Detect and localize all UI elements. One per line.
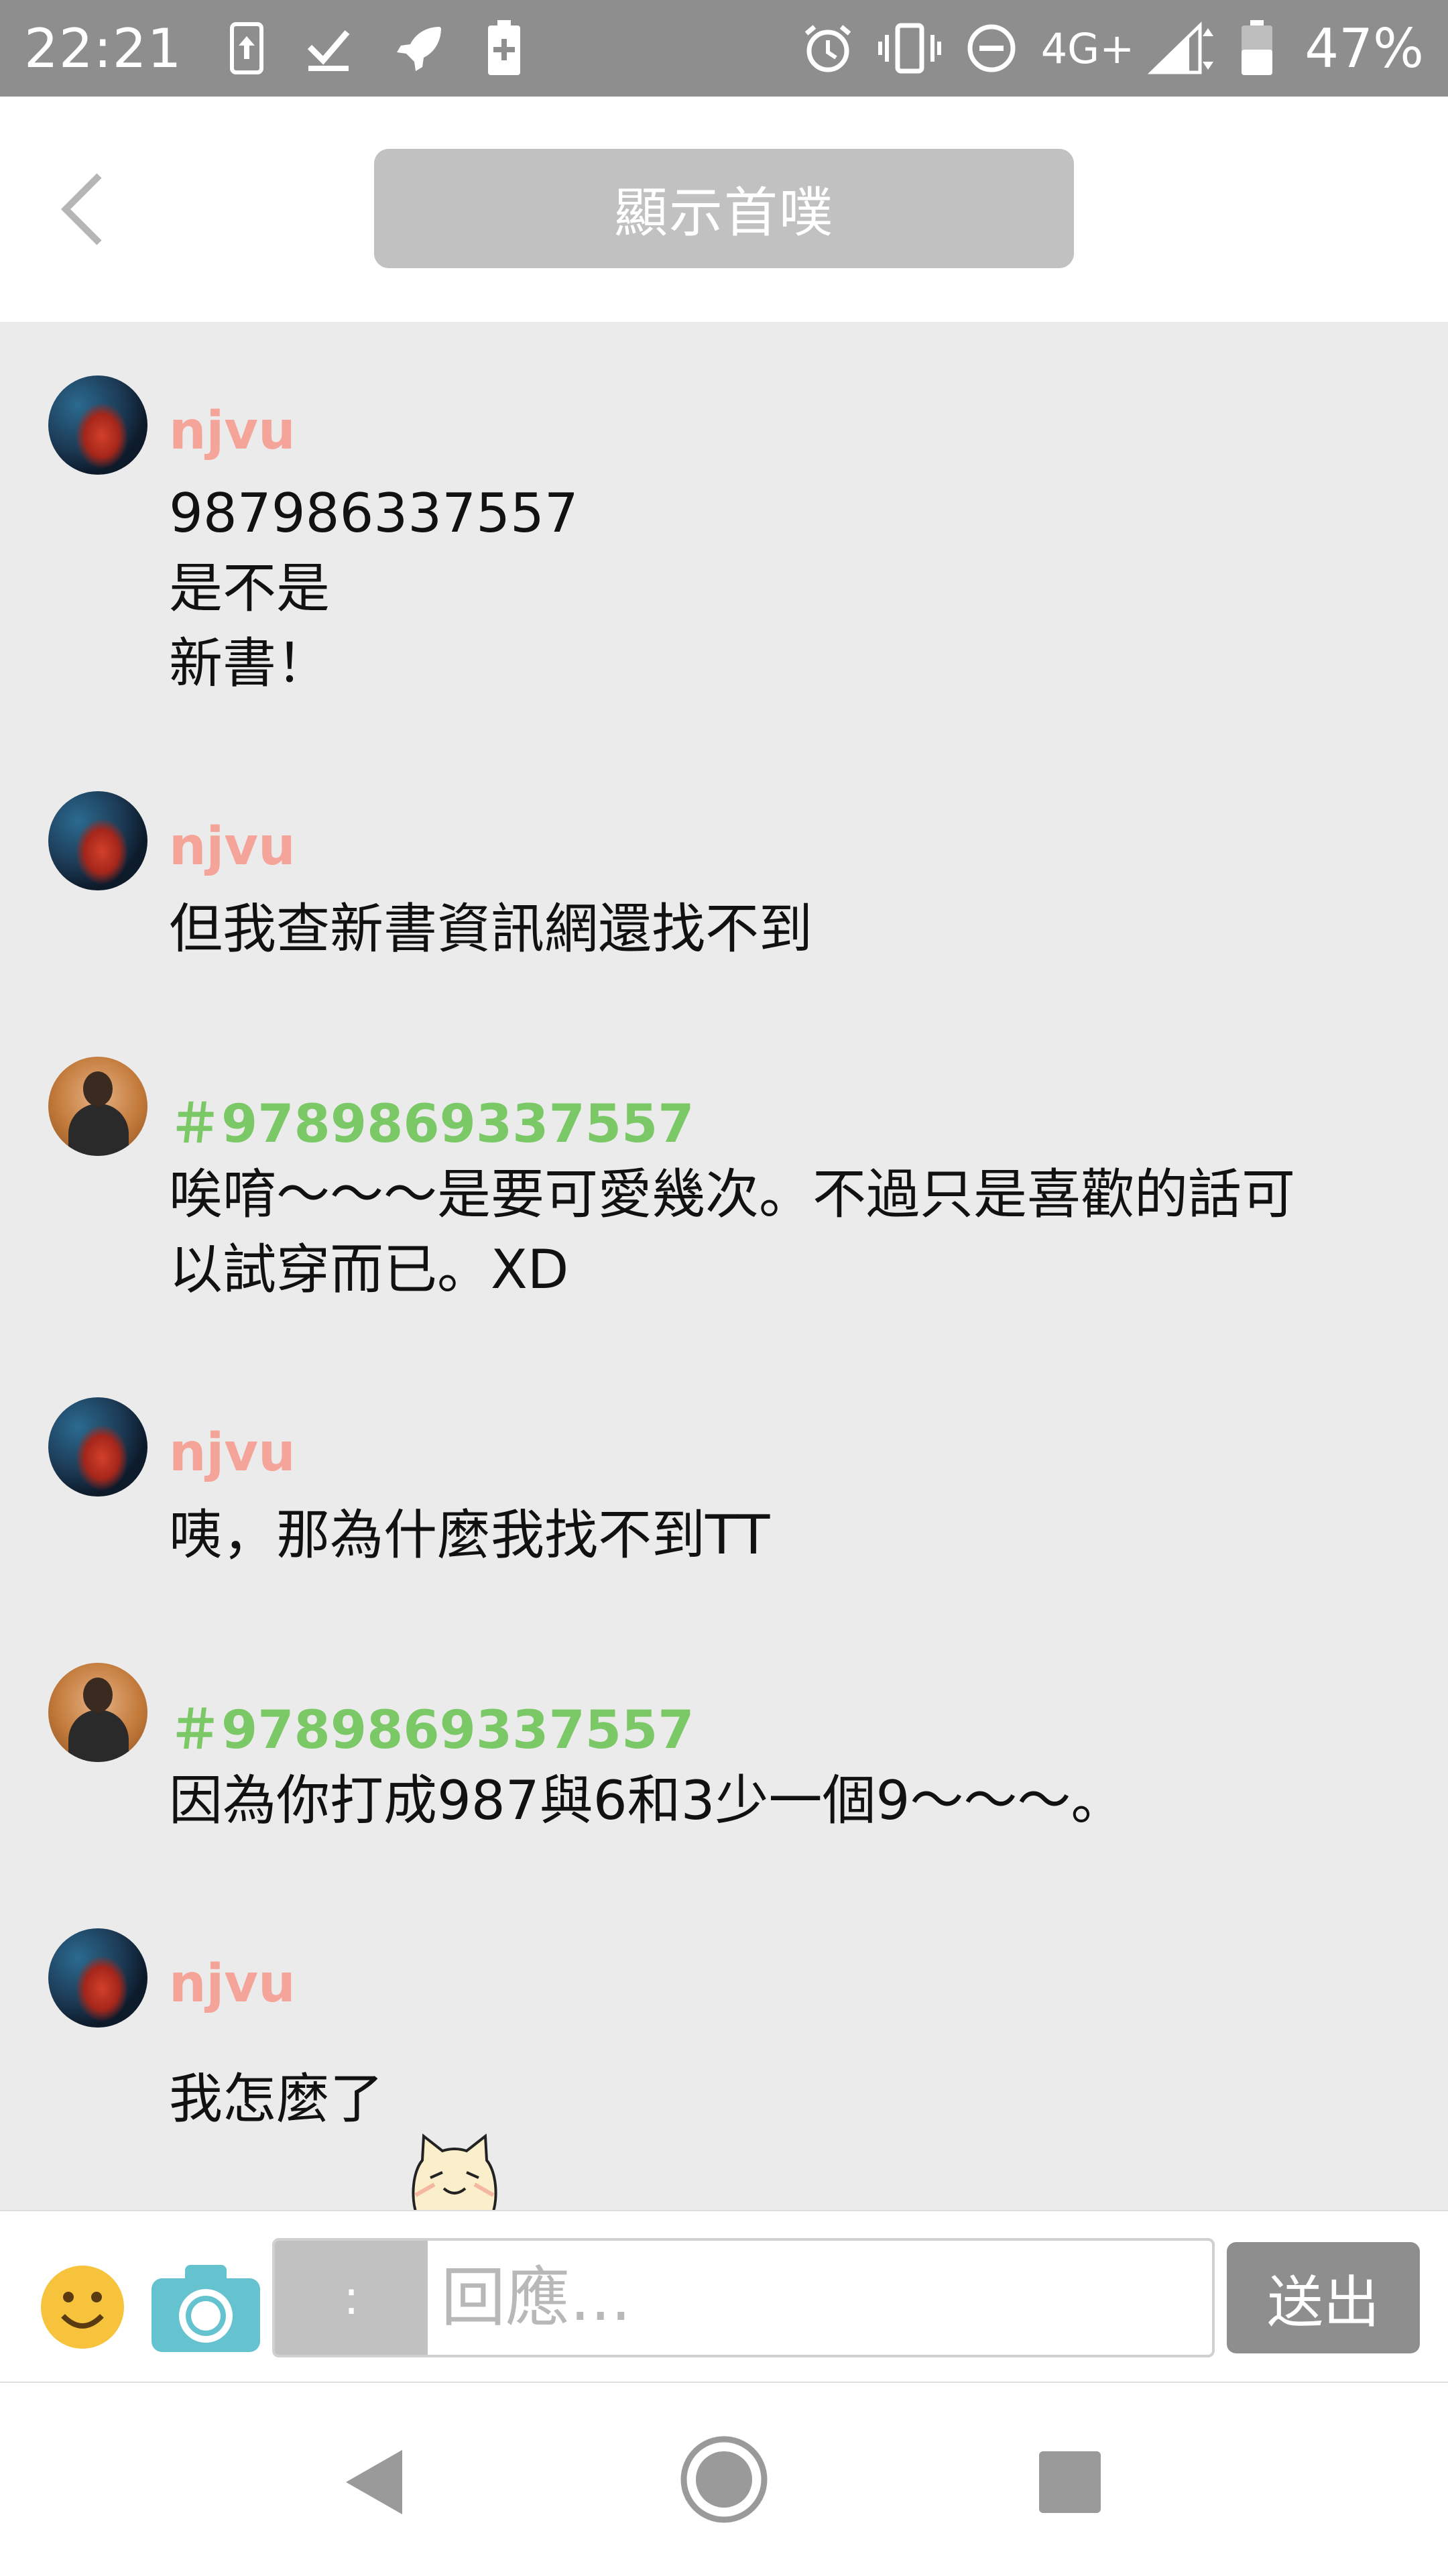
send-button[interactable]: 送出 <box>1227 2242 1420 2353</box>
back-button[interactable] <box>48 169 115 249</box>
emoji-button[interactable] <box>39 2264 126 2351</box>
author-name[interactable]: njvu <box>169 817 296 877</box>
battery-plus-icon <box>487 20 522 76</box>
download-check-icon <box>304 24 353 72</box>
alarm-icon <box>801 21 855 75</box>
message-text: 但我查新書資訊網還找不到 <box>169 898 812 960</box>
nav-back-icon[interactable] <box>342 2447 406 2520</box>
vibrate-icon <box>878 23 942 74</box>
message-text: 因為你打成987與6和3少一個9～～～。 <box>169 1769 1125 1832</box>
rocket-icon <box>393 21 446 75</box>
author-name[interactable]: njvu <box>169 401 296 461</box>
avatar[interactable] <box>48 1397 147 1497</box>
reply-input[interactable] <box>428 2241 1212 2355</box>
message-text: 我怎麼了 <box>169 2068 383 2130</box>
battery-percent: 47% <box>1305 17 1424 80</box>
response-list: njvu 987986337557 是不是 新書！ njvu 但我查新書資訊網還… <box>0 322 1448 2217</box>
message-text: 唉唷～～～是要可愛幾次。不過只是喜歡的話可 以試穿而已。XD <box>169 1163 1295 1301</box>
status-time: 22:21 <box>24 17 182 80</box>
cat-emoticon-icon <box>404 2056 504 2217</box>
message-text: 咦，那為什麼我找不到TT <box>169 1504 770 1566</box>
avatar[interactable] <box>48 1057 147 1156</box>
avatar[interactable] <box>48 1663 147 1762</box>
qualifier-button[interactable]: : <box>275 2241 428 2355</box>
message-row: 我怎麼了 <box>169 2056 1376 2217</box>
avatar[interactable] <box>48 791 147 890</box>
message-text: 987986337557 是不是 新書！ <box>169 482 579 695</box>
author-name[interactable]: ＃9789869337557 <box>169 1082 695 1157</box>
show-first-plurk-button[interactable]: 顯示首噗 <box>374 149 1074 268</box>
nav-recent-apps-icon[interactable] <box>1039 2451 1101 2513</box>
reply-input-wrap: : <box>272 2238 1215 2357</box>
reply-bar: : 送出 <box>0 2210 1448 2383</box>
author-name[interactable]: ＃9789869337557 <box>169 1688 695 1763</box>
author-name[interactable]: njvu <box>169 1423 296 1483</box>
signal-icon <box>1148 21 1217 75</box>
author-name[interactable]: njvu <box>169 1954 296 2014</box>
upload-phone-icon <box>229 21 264 75</box>
nav-home-icon[interactable] <box>680 2435 768 2526</box>
status-bar: 22:21 4G+ 47% <box>0 0 1448 97</box>
avatar[interactable] <box>48 375 147 475</box>
system-nav-bar <box>0 2382 1448 2576</box>
do-not-disturb-icon <box>965 21 1018 75</box>
avatar[interactable] <box>48 1928 147 2028</box>
network-type: 4G+ <box>1040 23 1135 73</box>
battery-icon <box>1240 20 1274 76</box>
camera-button[interactable] <box>149 2261 263 2355</box>
header: 顯示首噗 <box>0 97 1448 322</box>
